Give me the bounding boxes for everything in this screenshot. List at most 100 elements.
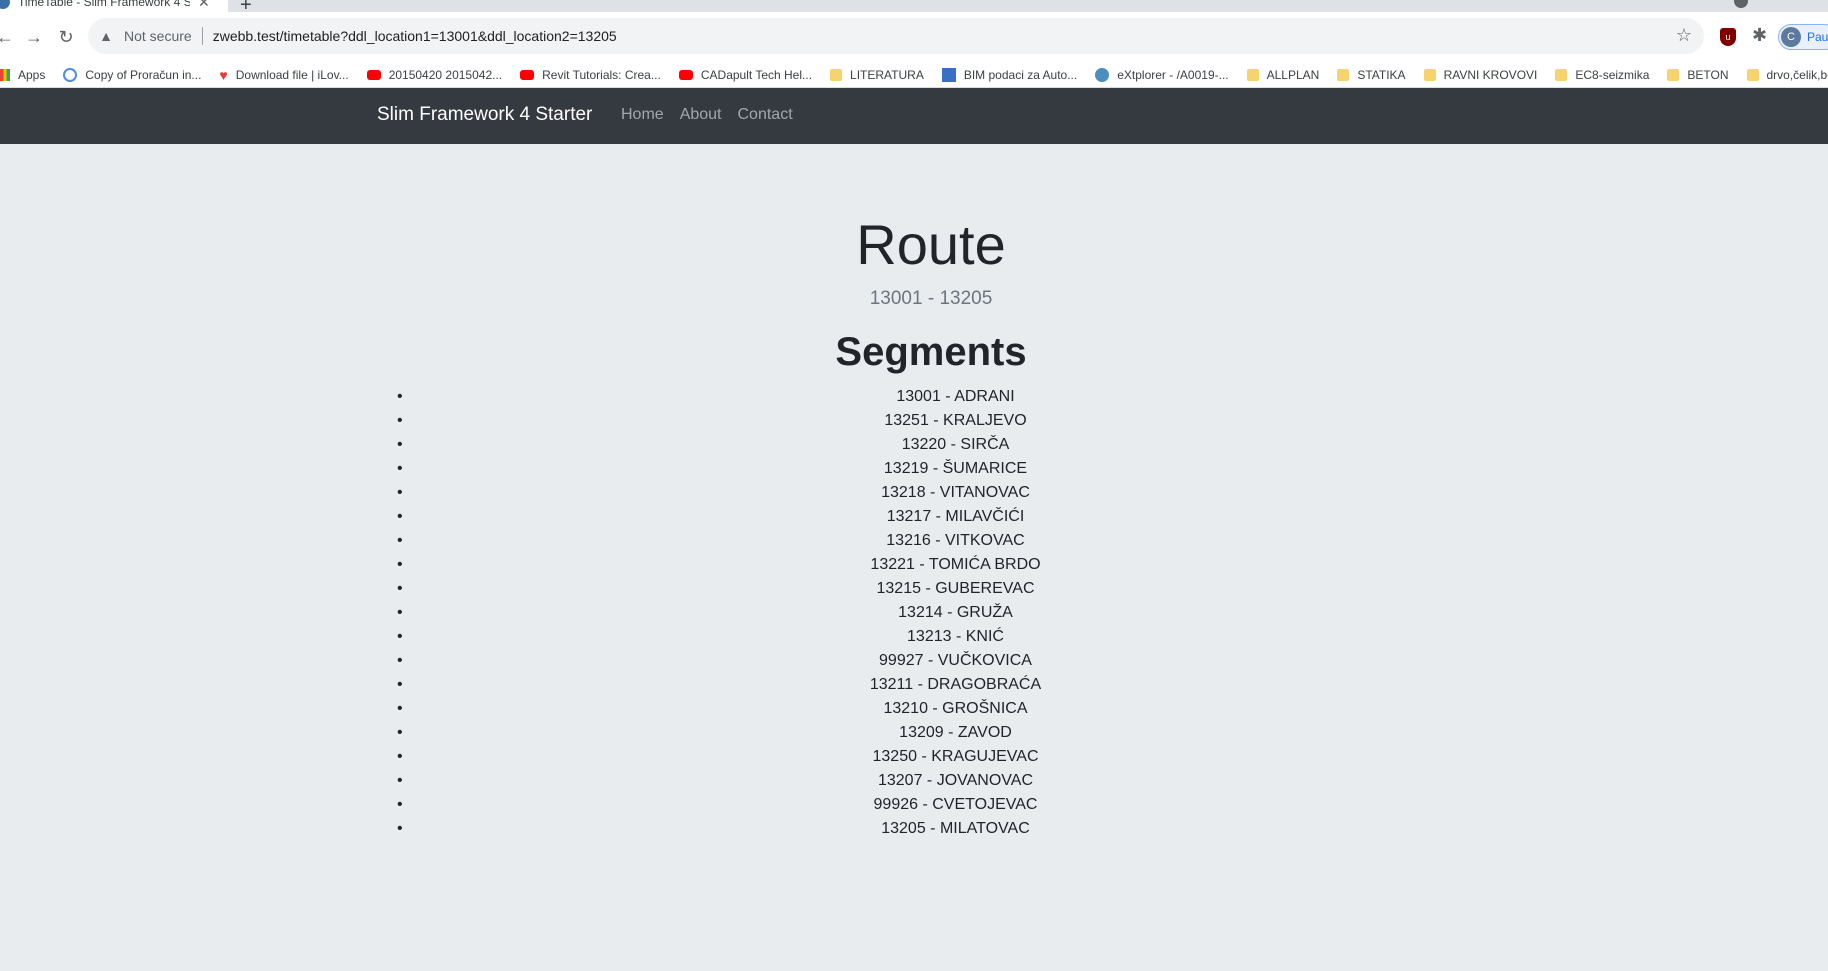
- folder-icon: [1423, 68, 1436, 81]
- bullet-icon: •: [397, 604, 403, 621]
- segment-list: • 13001 - ADRANI • 13251 - KRALJEVO • 13220 -…: [397, 385, 1508, 841]
- bookmark-item[interactable]: STATIKA: [1337, 67, 1406, 82]
- bookmark-label: RAVNI KROVOVI: [1443, 67, 1538, 82]
- bullet-icon: •: [397, 748, 403, 765]
- bookmark-item[interactable]: EC8-seizmika: [1555, 68, 1649, 82]
- bookmarks-bar: Apps Copy of Proračun in... ♥ Download file…: [0, 62, 1828, 88]
- segment-label: 13217 - MILAVČIĆI: [886, 508, 1025, 525]
- segment-label: 13207 - JOVANOVAC: [877, 772, 1034, 789]
- bookmark-label: Copy of Proračun in...: [85, 67, 202, 82]
- profile-label: Pau: [1807, 30, 1828, 44]
- bookmark-label: Download file | iLov...: [235, 67, 349, 82]
- bookmark-label: STATIKA: [1357, 67, 1406, 82]
- bullet-icon: •: [397, 388, 403, 405]
- list-item: • 99926 - CVETOJEVAC: [397, 793, 1508, 817]
- navbar-brand[interactable]: Slim Framework 4 Starter: [377, 104, 592, 126]
- browser-tab[interactable]: TimeTable - Slim Framework 4 Starter ✕: [0, 0, 228, 12]
- url-text[interactable]: zwebb.test/timetable?ddl_location1=13001…: [213, 28, 617, 44]
- heart-icon: ♥: [219, 66, 228, 83]
- bullet-icon: •: [397, 484, 403, 501]
- list-item: • 99927 - VUČKOVICA: [397, 649, 1508, 673]
- bookmark-label: BIM podaci za Auto...: [963, 67, 1078, 82]
- list-item: • 13207 - JOVANOVAC: [397, 769, 1508, 793]
- close-tab-icon[interactable]: ✕: [198, 0, 210, 11]
- segment-label: 13213 - KNIĆ: [907, 628, 1004, 645]
- reload-icon[interactable]: ↻: [53, 24, 79, 50]
- tab-strip: TimeTable - Slim Framework 4 Starter ✕ +: [0, 0, 1828, 16]
- segment-label: 13221 - TOMIĆA BRDO: [870, 556, 1041, 573]
- segment-label: 99926 - CVETOJEVAC: [873, 796, 1038, 813]
- folder-icon: [1746, 68, 1759, 81]
- bullet-icon: •: [397, 460, 403, 477]
- bullet-icon: •: [397, 628, 403, 645]
- bookmark-item[interactable]: drvo,čelik,beto: [1746, 67, 1828, 82]
- bookmark-item[interactable]: eXtplorer - /A0019-...: [1095, 67, 1229, 82]
- folder-icon: [1337, 68, 1350, 81]
- divider: [201, 27, 203, 45]
- bullet-icon: •: [397, 676, 403, 693]
- nav-link-about[interactable]: About: [680, 106, 722, 124]
- profile-button[interactable]: C Pau: [1778, 24, 1828, 50]
- tab-search-icon[interactable]: [1734, 0, 1748, 8]
- list-item: • 13215 - GUBEREVAC: [397, 577, 1508, 601]
- bullet-icon: •: [397, 772, 403, 789]
- apps-icon: [0, 68, 10, 81]
- bullet-icon: •: [397, 724, 403, 741]
- blue-icon: [941, 67, 956, 82]
- bookmark-label: 20150420 2015042...: [388, 67, 503, 82]
- bookmark-item[interactable]: 20150420 2015042...: [366, 67, 503, 82]
- bookmark-star-icon[interactable]: ☆: [1676, 25, 1692, 46]
- bookmark-label: LITERATURA: [850, 67, 924, 82]
- segment-label: 13218 - VITANOVAC: [881, 484, 1030, 501]
- nav-link-home[interactable]: Home: [621, 106, 664, 124]
- list-item: • 13213 - KNIĆ: [397, 625, 1508, 649]
- segment-label: 13211 - DRAGOBRAĆA: [869, 676, 1042, 693]
- bookmark-label: drvo,čelik,beto: [1766, 67, 1828, 82]
- bullet-icon: •: [397, 412, 403, 429]
- bookmark-item[interactable]: Copy of Proračun in...: [63, 67, 202, 82]
- folder-icon: [1667, 68, 1680, 81]
- bookmark-item[interactable]: BIM podaci za Auto...: [941, 67, 1078, 82]
- nav-link-contact[interactable]: Contact: [738, 106, 793, 124]
- globe-icon: [1095, 67, 1110, 82]
- address-bar[interactable]: ▲ Not secure zwebb.test/timetable?ddl_lo…: [88, 18, 1704, 54]
- segment-label: 13251 - KRALJEVO: [884, 412, 1027, 429]
- list-item: • 13001 - ADRANI: [397, 385, 1508, 409]
- segment-label: 13210 - GROŠNICA: [883, 700, 1028, 717]
- list-item: • 13218 - VITANOVAC: [397, 481, 1508, 505]
- list-item: • 13209 - ZAVOD: [397, 721, 1508, 745]
- bookmark-item[interactable]: Apps: [0, 68, 45, 82]
- forward-arrow-icon[interactable]: →: [21, 24, 47, 50]
- yt-icon: [366, 69, 381, 80]
- tab-title: TimeTable - Slim Framework 4 Starter: [18, 0, 190, 9]
- segment-label: 13205 - MILATOVAC: [881, 820, 1030, 837]
- bullet-icon: •: [397, 580, 403, 597]
- bullet-icon: •: [397, 556, 403, 573]
- bookmark-item[interactable]: BETON: [1667, 68, 1729, 82]
- bookmark-item[interactable]: ♥ Download file | iLov...: [219, 68, 348, 82]
- bookmark-label: Revit Tutorials: Crea...: [542, 67, 661, 82]
- security-label[interactable]: Not secure: [124, 28, 192, 44]
- list-item: • 13217 - MILAVČIĆI: [397, 505, 1508, 529]
- segment-label: 13219 - ŠUMARICE: [883, 460, 1028, 477]
- segment-label: 13250 - KRAGUJEVAC: [872, 748, 1039, 765]
- bookmark-item[interactable]: ALLPLAN: [1246, 68, 1319, 82]
- segments-heading: Segments: [835, 330, 1027, 374]
- back-arrow-icon[interactable]: ←: [0, 24, 18, 50]
- bookmark-item[interactable]: Revit Tutorials: Crea...: [520, 68, 661, 82]
- bookmark-item[interactable]: RAVNI KROVOVI: [1423, 67, 1538, 82]
- ublock-shield-icon[interactable]: u: [1720, 28, 1736, 46]
- segment-label: 13001 - ADRANI: [896, 388, 1015, 405]
- yt-icon: [678, 69, 693, 80]
- nav-links: Home About Contact: [621, 106, 809, 124]
- bullet-icon: •: [397, 700, 403, 717]
- folder-icon: [1555, 68, 1568, 81]
- bookmark-item[interactable]: LITERATURA: [830, 68, 924, 82]
- bullet-icon: •: [397, 532, 403, 549]
- list-item: • 13210 - GROŠNICA: [397, 697, 1508, 721]
- bookmark-item[interactable]: CADapult Tech Hel...: [678, 68, 812, 82]
- list-item: • 13250 - KRAGUJEVAC: [397, 745, 1508, 769]
- extensions-puzzle-icon[interactable]: ✱: [1752, 25, 1767, 46]
- fp-icon: [63, 67, 78, 82]
- folder-icon: [830, 68, 843, 81]
